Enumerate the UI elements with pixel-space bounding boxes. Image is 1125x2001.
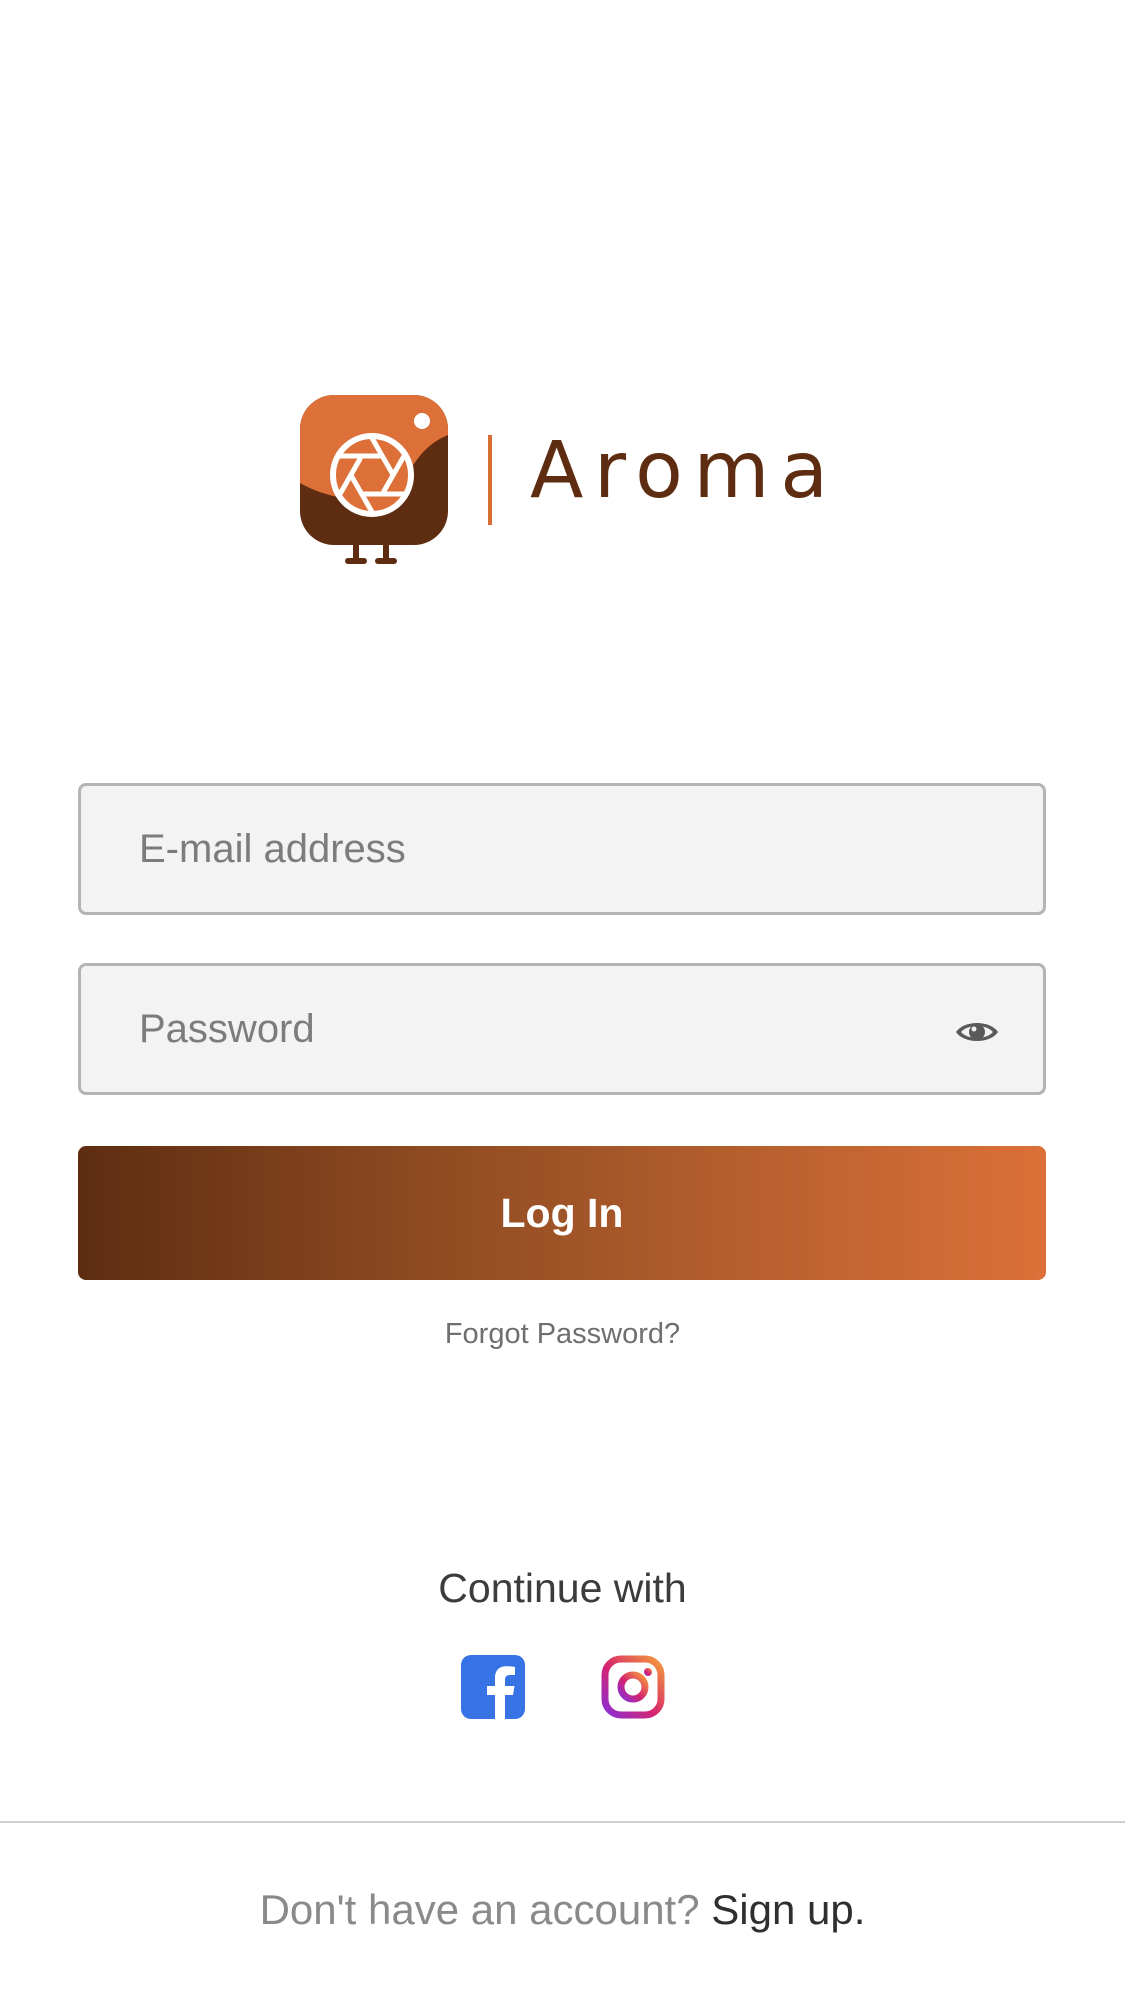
bottom-divider [0, 1821, 1125, 1823]
svg-text:Aroma: Aroma [530, 435, 828, 505]
password-field[interactable] [78, 963, 1046, 1095]
email-field[interactable] [78, 783, 1046, 915]
eye-icon [956, 1023, 998, 1041]
signup-prompt: Don't have an account? [259, 1886, 712, 1933]
login-button[interactable]: Log In [78, 1146, 1046, 1280]
signup-link[interactable]: Sign up. [711, 1886, 865, 1933]
facebook-icon [461, 1655, 525, 1719]
forgot-password-link[interactable]: Forgot Password? [0, 1318, 1125, 1351]
instagram-icon [601, 1655, 665, 1719]
continue-with-label: Continue with [438, 1565, 687, 1611]
show-password-button[interactable] [953, 1008, 1001, 1056]
facebook-login-button[interactable] [461, 1655, 525, 1719]
email-input[interactable] [81, 786, 1043, 912]
password-input[interactable] [81, 966, 1043, 1092]
logo-divider [488, 435, 492, 525]
app-logo: Aroma [300, 395, 830, 565]
instagram-login-button[interactable] [601, 1655, 665, 1719]
signup-row: Don't have an account? Sign up. [0, 1886, 1125, 1934]
brand-wordmark: Aroma [530, 435, 828, 505]
camera-aperture-bird-icon [300, 395, 448, 564]
